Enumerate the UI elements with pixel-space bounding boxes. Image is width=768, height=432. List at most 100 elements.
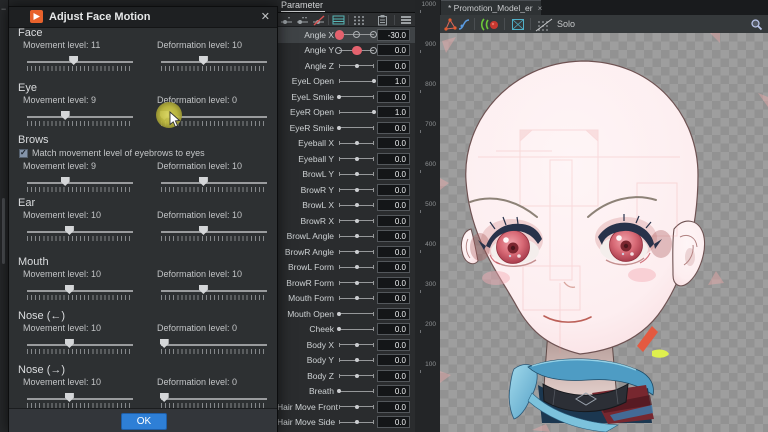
parameter-slider[interactable] [339,30,374,40]
slider-knob[interactable] [355,265,359,269]
parameter-value-input[interactable]: 0.0 [377,370,410,382]
parameter-slider[interactable] [339,417,374,427]
slider-knob[interactable] [372,110,376,114]
ok-button[interactable]: OK [121,413,167,430]
clipboard-icon[interactable] [376,14,389,26]
parameter-value-input[interactable]: -30.0 [377,29,410,41]
parameter-row[interactable]: Hair Move Side0.0 [277,415,415,431]
slider-handle[interactable] [160,339,169,348]
slider-knob[interactable] [355,219,359,223]
tab-promotion-model[interactable]: * Promotion_Model_er × [441,0,541,15]
parameter-value-input[interactable]: 0.0 [377,137,410,149]
parameter-value-input[interactable]: 0.0 [377,354,410,366]
tab-parameter[interactable]: Parameter [281,0,325,12]
parameter-row[interactable]: Angle Y0.0 [277,43,415,59]
parameter-slider[interactable] [339,123,374,133]
slider-handle[interactable] [199,226,208,235]
level-slider[interactable] [161,285,267,293]
scrollbar-thumb[interactable] [2,198,5,264]
parameter-slider[interactable] [339,247,374,257]
keyframe-slider2-icon[interactable] [296,14,309,26]
level-slider[interactable] [27,393,133,401]
solo-label[interactable]: Solo [557,19,575,29]
parameter-value-input[interactable]: 0.0 [377,261,410,273]
slider-knob[interactable] [355,234,359,238]
tab-close-icon[interactable]: × [538,4,543,13]
slider-handle[interactable] [61,177,70,186]
slider-knob[interactable] [355,64,359,68]
parameter-value-input[interactable]: 0.0 [377,184,410,196]
level-slider[interactable] [161,393,267,401]
grid-off-icon[interactable] [535,18,553,32]
magnifier-icon[interactable] [750,18,763,31]
collapse-icon[interactable]: − [1,4,6,14]
parameter-slider[interactable] [339,169,374,179]
parameter-row[interactable]: BrowR Form0.0 [277,275,415,291]
slider-handle[interactable] [65,285,74,294]
parameter-row[interactable]: BrowR Angle0.0 [277,244,415,260]
slider-knob[interactable] [355,281,359,285]
parameter-row[interactable]: BrowL Form0.0 [277,260,415,276]
slider-knob[interactable] [355,250,359,254]
level-slider[interactable] [27,285,133,293]
level-slider[interactable] [27,339,133,347]
slider-knob[interactable] [355,203,359,207]
parameter-slider[interactable] [339,278,374,288]
parameter-slider[interactable] [339,340,374,350]
slider-knob[interactable] [355,141,359,145]
parameter-slider[interactable] [339,402,374,412]
parameter-value-input[interactable]: 0.0 [377,91,410,103]
close-icon[interactable]: ✕ [261,10,270,23]
keyframe-delete-icon[interactable] [312,14,325,26]
slider-knob[interactable] [372,79,376,83]
match-eyebrows-checkbox-row[interactable]: Match movement level of eyebrows to eyes [19,148,205,158]
parameter-value-input[interactable]: 0.0 [377,168,410,180]
parameter-value-input[interactable]: 0.0 [377,199,410,211]
parameter-value-input[interactable]: 0.0 [377,308,410,320]
parameter-row[interactable]: Angle X-30.0 [277,27,415,43]
slider-knob[interactable] [337,327,341,331]
level-slider[interactable] [161,226,267,234]
onion-skin-icon[interactable] [479,18,500,31]
level-slider[interactable] [27,56,133,64]
parameter-value-input[interactable]: 1.0 [377,106,410,118]
parameter-row[interactable]: EyeR Open1.0 [277,105,415,121]
parameter-row[interactable]: EyeR Smile0.0 [277,120,415,136]
parameter-row[interactable]: Cheek0.0 [277,322,415,338]
parameter-value-input[interactable]: 0.0 [377,292,410,304]
parameter-value-input[interactable]: 0.0 [377,339,410,351]
slider-knob[interactable] [337,126,341,130]
parameter-row[interactable]: BrowR Y0.0 [277,182,415,198]
level-slider[interactable] [161,177,267,185]
parameter-row[interactable]: BrowR X0.0 [277,213,415,229]
level-slider[interactable] [27,111,133,119]
mesh-edit-icon[interactable] [443,18,457,31]
slider-handle[interactable] [65,339,74,348]
level-slider[interactable] [27,177,133,185]
parameter-row[interactable]: BrowL X0.0 [277,198,415,214]
parameter-value-input[interactable]: 0.0 [377,215,410,227]
parameter-value-input[interactable]: 0.0 [377,416,410,428]
parameter-slider[interactable] [339,309,374,319]
model-canvas[interactable] [440,33,768,432]
parameter-row[interactable]: Body X0.0 [277,337,415,353]
parameter-value-input[interactable]: 0.0 [377,60,410,72]
parameter-slider[interactable] [339,185,374,195]
slider-handle[interactable] [65,226,74,235]
keyframe-slider-icon[interactable] [280,14,293,26]
parameter-slider[interactable] [339,200,374,210]
slider-handle[interactable] [69,56,78,65]
parameter-slider[interactable] [339,216,374,226]
parameter-value-input[interactable]: 0.0 [377,401,410,413]
parameter-row[interactable]: BrowL Angle0.0 [277,229,415,245]
parameter-slider[interactable] [339,386,374,396]
slider-knob[interactable] [337,389,341,393]
parameter-slider[interactable] [339,76,374,86]
slider-knob[interactable] [355,358,359,362]
list-view-icon[interactable] [332,14,345,26]
parameter-slider[interactable] [339,293,374,303]
slider-handle[interactable] [199,177,208,186]
parameter-row[interactable]: Mouth Form0.0 [277,291,415,307]
parameter-slider[interactable] [339,92,374,102]
slider-knob[interactable] [355,405,359,409]
